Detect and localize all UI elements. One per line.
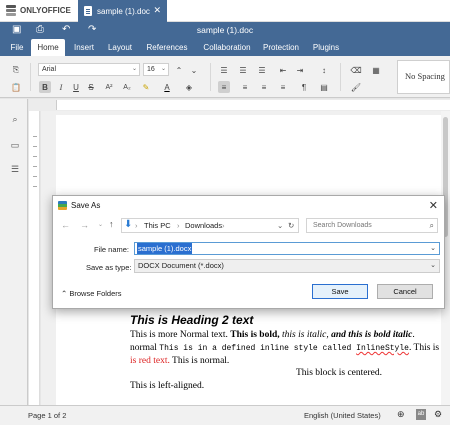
back-icon[interactable]: ← <box>61 220 70 230</box>
justify-icon[interactable]: ≡ <box>277 81 289 93</box>
strikethrough-button[interactable]: S <box>85 81 97 93</box>
paragraph-line-1: This is more Normal text. This is bold, … <box>130 330 415 340</box>
style-gallery[interactable]: No Spacing <box>397 60 450 94</box>
clear-style-icon[interactable]: ⌫ <box>350 64 362 76</box>
download-folder-icon: ⬇ <box>124 219 133 230</box>
recent-locations-icon[interactable]: ⌄ <box>98 221 103 228</box>
brand: ONLYOFFICE <box>6 5 71 16</box>
shading-icon[interactable]: ◈ <box>183 81 195 93</box>
search-input[interactable]: Search Downloads ⌕ <box>306 218 438 233</box>
font-size-select[interactable]: 16 ⌄ <box>143 63 169 76</box>
vertical-ruler <box>29 111 40 405</box>
breadcrumb-this-pc[interactable]: This PC <box>144 219 171 232</box>
settings-icon[interactable]: ⚙ <box>434 409 442 420</box>
numbered-list-icon[interactable]: ☰ <box>237 64 249 76</box>
tab-plugins[interactable]: Plugins <box>308 39 344 56</box>
chevron-down-icon: ⌄ <box>430 262 436 269</box>
paste-icon[interactable]: 📋 <box>10 81 22 93</box>
copy-icon[interactable]: ⎘ <box>10 64 22 76</box>
app-icon <box>58 201 67 210</box>
centered-text: This block is centered. <box>296 368 383 378</box>
file-name-field[interactable]: sample (1).docx ⌄ <box>134 242 440 255</box>
header-bar: ▣ ⎙ ↶ ↷ sample (1).doc <box>0 22 450 39</box>
address-dropdown-icon[interactable]: ⌄ <box>277 219 283 232</box>
align-left-icon[interactable]: ≡ <box>218 81 230 93</box>
tab-references[interactable]: References <box>141 39 193 56</box>
up-icon[interactable]: ↑ <box>109 219 114 229</box>
line-spacing-icon[interactable]: ↕ <box>318 64 330 76</box>
navigation-icon[interactable]: ☰ <box>9 163 21 175</box>
status-bar: Page 1 of 2 English (United States) ⊕ ab… <box>0 405 450 425</box>
save-button[interactable]: Save <box>312 284 368 299</box>
increase-indent-icon[interactable]: ⇥ <box>294 64 306 76</box>
align-right-icon[interactable]: ≡ <box>258 81 270 93</box>
refresh-icon[interactable]: ↻ <box>288 219 294 232</box>
toolbar: ⎘ 📋 Arial ⌄ 16 ⌄ ⌃ ⌄ B I U S A² A₂ ✎ A ◈ ☰… <box>0 56 450 98</box>
page-info[interactable]: Page 1 of 2 <box>28 411 66 420</box>
forward-icon[interactable]: → <box>80 220 89 230</box>
address-bar[interactable]: ⬇ › This PC › Downloads › ⌄ ↻ <box>121 218 299 233</box>
chevron-down-icon: ⌄ <box>160 66 166 72</box>
globe-icon[interactable]: ⊕ <box>397 409 405 420</box>
document-tab[interactable]: sample (1).doc ✕ <box>78 0 167 22</box>
paragraph-line-2: normal This is in a defined inline style… <box>130 343 440 353</box>
tab-protection[interactable]: Protection <box>259 39 303 56</box>
increase-font-icon[interactable]: ⌃ <box>173 64 185 76</box>
chevron-down-icon: ⌄ <box>131 66 137 72</box>
horizontal-ruler <box>29 99 450 111</box>
document-tab-label: sample (1).doc <box>97 6 150 16</box>
cancel-button[interactable]: Cancel <box>377 284 433 299</box>
multilevel-list-icon[interactable]: ☰ <box>256 64 268 76</box>
title-bar: ONLYOFFICE sample (1).doc ✕ <box>0 0 450 22</box>
heading-2-text: This is Heading 2 text <box>130 313 254 327</box>
close-tab-icon[interactable]: ✕ <box>153 5 161 16</box>
search-icon: ⌕ <box>429 221 434 230</box>
highlight-icon[interactable]: ✎ <box>140 81 152 93</box>
copy-style-icon[interactable]: ▦ <box>370 64 382 76</box>
onlyoffice-logo-icon <box>6 5 16 16</box>
brand-name: ONLYOFFICE <box>20 6 71 15</box>
font-name-select[interactable]: Arial ⌄ <box>38 63 140 76</box>
left-aligned-text: This is left-aligned. <box>130 381 205 391</box>
save-as-type-select[interactable]: DOCX Document (*.docx) ⌄ <box>134 259 440 273</box>
subscript-button[interactable]: A₂ <box>121 81 133 93</box>
tab-layout[interactable]: Layout <box>103 39 137 56</box>
breadcrumb-downloads[interactable]: Downloads <box>185 219 222 232</box>
left-sidebar: ⌕ ▭ ☰ <box>0 99 28 405</box>
font-color-icon[interactable]: A <box>161 81 173 93</box>
chevron-up-icon: ⌃ <box>61 289 68 298</box>
search-icon[interactable]: ⌕ <box>9 113 21 125</box>
paragraph-line-3: is red text. This is normal. <box>130 356 230 366</box>
align-center-icon[interactable]: ≡ <box>239 81 251 93</box>
file-name-label: File name: <box>94 245 130 254</box>
save-as-dialog: Save As ✕ ← → ⌄ ↑ ⬇ › This PC › Download… <box>52 195 445 309</box>
document-title: sample (1).doc <box>196 25 254 35</box>
document-icon <box>84 6 92 16</box>
style-preview: No Spacing <box>405 71 445 81</box>
format-painter-icon[interactable]: 🖌 <box>350 81 362 93</box>
browse-folders-toggle[interactable]: ⌃ Browse Folders <box>61 289 122 298</box>
tab-collaboration[interactable]: Collaboration <box>197 39 257 56</box>
decrease-indent-icon[interactable]: ⇤ <box>277 64 289 76</box>
close-icon[interactable]: ✕ <box>429 199 438 212</box>
bold-button[interactable]: B <box>39 81 51 93</box>
tab-insert[interactable]: Insert <box>68 39 100 56</box>
paragraph-settings-icon[interactable]: ▤ <box>318 81 330 93</box>
underline-button[interactable]: U <box>70 81 82 93</box>
tab-home[interactable]: Home <box>31 39 65 56</box>
comments-icon[interactable]: ▭ <box>9 139 21 151</box>
save-as-type-label: Save as type: <box>86 263 132 272</box>
dialog-title: Save As <box>58 201 100 210</box>
menu-bar: File Home Insert Layout References Colla… <box>0 39 450 56</box>
chevron-down-icon[interactable]: ⌄ <box>430 243 436 254</box>
bullet-list-icon[interactable]: ☰ <box>218 64 230 76</box>
italic-button[interactable]: I <box>55 81 67 93</box>
spellcheck-icon[interactable]: ab <box>416 409 426 420</box>
language-selector[interactable]: English (United States) <box>304 411 381 420</box>
paragraph-marks-icon[interactable]: ¶ <box>298 81 310 93</box>
decrease-font-icon[interactable]: ⌄ <box>188 64 200 76</box>
superscript-button[interactable]: A² <box>103 81 115 93</box>
tab-file[interactable]: File <box>4 39 30 56</box>
